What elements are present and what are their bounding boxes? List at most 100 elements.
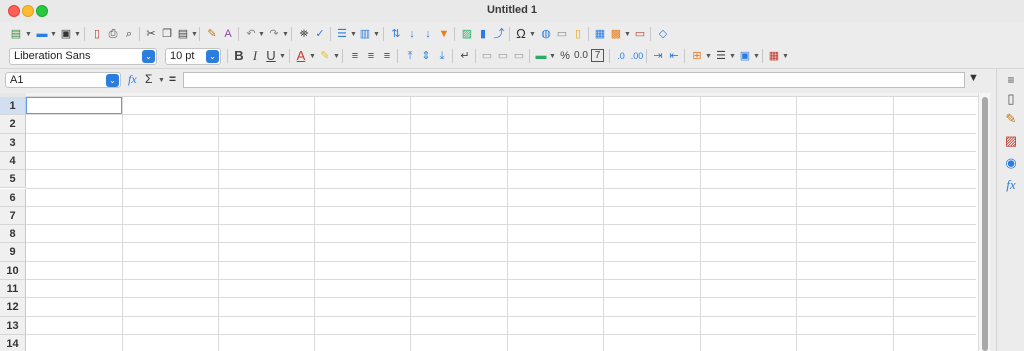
sort-ascending-icon[interactable]: ↓ [404, 26, 420, 42]
column-gridline [603, 97, 604, 351]
chevron-down-icon[interactable]: ⌄ [142, 50, 155, 63]
clear-formatting-icon[interactable]: A [220, 26, 236, 42]
align-right-icon[interactable]: ≡ [379, 48, 395, 64]
scrollbar-thumb[interactable] [982, 97, 988, 351]
undo-icon[interactable]: ↶ [243, 26, 259, 42]
row-header[interactable]: 1 [0, 97, 26, 116]
redo-icon[interactable]: ↷ [266, 26, 282, 42]
row-header[interactable]: 7 [0, 206, 26, 226]
percent-format-icon[interactable]: % [557, 48, 573, 64]
spreadsheet-grid[interactable]: 1 2 3 4 5 6 7 8 9 10 11 12 13 14 [0, 93, 978, 351]
copy-icon[interactable]: ❐ [159, 26, 175, 42]
row-header[interactable]: 5 [0, 170, 26, 189]
bold-icon[interactable]: B [231, 48, 247, 64]
print-preview-icon[interactable]: ⌕ [121, 26, 137, 42]
split-window-icon[interactable]: ▭ [632, 26, 648, 42]
row-header[interactable]: 4 [0, 151, 26, 171]
highlight-color-icon[interactable]: ✎ [317, 48, 333, 64]
row-header[interactable]: 6 [0, 188, 26, 207]
row-header[interactable]: 10 [0, 261, 26, 280]
row-header[interactable]: 14 [0, 334, 26, 351]
name-box[interactable]: A1 ⌄ [5, 72, 121, 88]
hyperlink-icon[interactable]: ◍ [538, 26, 554, 42]
underline-icon[interactable]: U [263, 48, 279, 64]
row-gridline [26, 150, 976, 152]
paste-icon[interactable]: ▤ [175, 26, 191, 42]
increase-indent-icon[interactable]: ⇥ [650, 48, 666, 64]
merge-cells-icon[interactable]: ▭ [495, 48, 511, 64]
row-header[interactable]: 3 [0, 133, 26, 152]
number-format-icon[interactable]: 0.0 [573, 48, 589, 64]
column-gridline [122, 97, 123, 351]
function-wizard-icon[interactable]: fx [128, 72, 137, 87]
autofilter-icon[interactable]: ▼ [436, 26, 452, 42]
export-pdf-icon[interactable]: ▯ [89, 26, 105, 42]
column-header-bar[interactable] [0, 93, 978, 97]
row-header[interactable]: 11 [0, 280, 26, 299]
find-replace-icon[interactable]: ⛯ [296, 26, 312, 42]
navigator-icon[interactable]: ◉ [1002, 154, 1020, 172]
define-print-area-icon[interactable]: ▦ [592, 26, 608, 42]
special-character-icon[interactable]: Ω [513, 26, 529, 42]
save-icon[interactable]: ▣ [58, 26, 74, 42]
clone-formatting-icon[interactable]: ✎ [204, 26, 220, 42]
headers-footers-icon[interactable]: ▯ [570, 26, 586, 42]
unmerge-cells-icon[interactable]: ▭ [511, 48, 527, 64]
row-header[interactable]: 13 [0, 316, 26, 335]
sort-descending-icon[interactable]: ↓ [420, 26, 436, 42]
conditional-format-icon[interactable]: ▦ [766, 48, 782, 64]
spelling-icon[interactable]: ✓ [312, 26, 328, 42]
column-icon[interactable]: ▥ [357, 26, 373, 42]
chevron-down-icon[interactable]: ⌄ [106, 74, 119, 87]
italic-icon[interactable]: I [247, 48, 263, 64]
title-bar: Untitled 1 [0, 0, 1024, 22]
gallery-icon[interactable]: ▨ [1002, 132, 1020, 150]
open-folder-icon[interactable]: ▬ [34, 26, 50, 42]
font-size-combobox[interactable]: 10 pt ⌄ [165, 48, 221, 65]
insert-chart-icon[interactable]: ▮ [475, 26, 491, 42]
align-top-icon[interactable]: ⤒ [402, 48, 418, 64]
font-name-combobox[interactable]: Liberation Sans ⌄ [9, 48, 157, 65]
print-icon[interactable]: ⎙ [105, 26, 121, 42]
comment-icon[interactable]: ▭ [554, 26, 570, 42]
pivot-table-icon[interactable]: ⤴ [491, 26, 507, 42]
merge-center-icon[interactable]: ▭ [479, 48, 495, 64]
decrease-indent-icon[interactable]: ⇤ [666, 48, 682, 64]
freeze-panes-icon[interactable]: ▩ [608, 26, 624, 42]
show-draw-functions-icon[interactable]: ◇ [655, 26, 671, 42]
date-format-icon[interactable]: 7 [591, 49, 604, 62]
active-cell-cursor[interactable] [26, 97, 122, 114]
styles-icon[interactable]: ✎ [1002, 110, 1020, 128]
functions-icon[interactable]: fx [1002, 176, 1020, 194]
wrap-text-icon[interactable]: ↵ [457, 48, 473, 64]
delete-decimal-place-icon[interactable]: .00 [629, 48, 645, 64]
align-center-icon[interactable]: ≡ [363, 48, 379, 64]
font-color-icon[interactable]: A [293, 48, 309, 64]
vertical-scrollbar[interactable] [978, 93, 990, 351]
borders-icon[interactable]: ⊞ [689, 48, 705, 64]
hamburger-icon[interactable]: ≡ [1002, 71, 1020, 89]
align-bottom-icon[interactable]: ⤓ [434, 48, 450, 64]
row-header[interactable]: 8 [0, 225, 26, 244]
currency-format-icon[interactable]: ▬ [533, 48, 549, 64]
expand-formula-bar-icon[interactable]: ▼ [968, 72, 979, 84]
formula-icon[interactable]: = [169, 72, 176, 86]
sidebar-deck: ≡ ▯ ✎ ▨ ◉ fx [996, 69, 1024, 351]
sort-icon[interactable]: ⇅ [388, 26, 404, 42]
border-color-icon[interactable]: ▣ [737, 48, 753, 64]
row-header[interactable]: 9 [0, 243, 26, 262]
row-icon[interactable]: ☰ [334, 26, 350, 42]
add-decimal-place-icon[interactable]: .0 [613, 48, 629, 64]
row-header[interactable]: 2 [0, 115, 26, 134]
properties-icon[interactable]: ▯ [1002, 90, 1020, 108]
formula-input[interactable] [183, 72, 965, 88]
cut-icon[interactable]: ✂ [143, 26, 159, 42]
row-header[interactable]: 12 [0, 298, 26, 317]
sum-icon[interactable]: Σ [145, 72, 152, 86]
new-document-icon[interactable]: ▤ [8, 26, 24, 42]
border-style-icon[interactable]: ☰ [713, 48, 729, 64]
insert-image-icon[interactable]: ▨ [459, 26, 475, 42]
chevron-down-icon[interactable]: ⌄ [206, 50, 219, 63]
align-left-icon[interactable]: ≡ [347, 48, 363, 64]
center-vertically-icon[interactable]: ⇕ [418, 48, 434, 64]
